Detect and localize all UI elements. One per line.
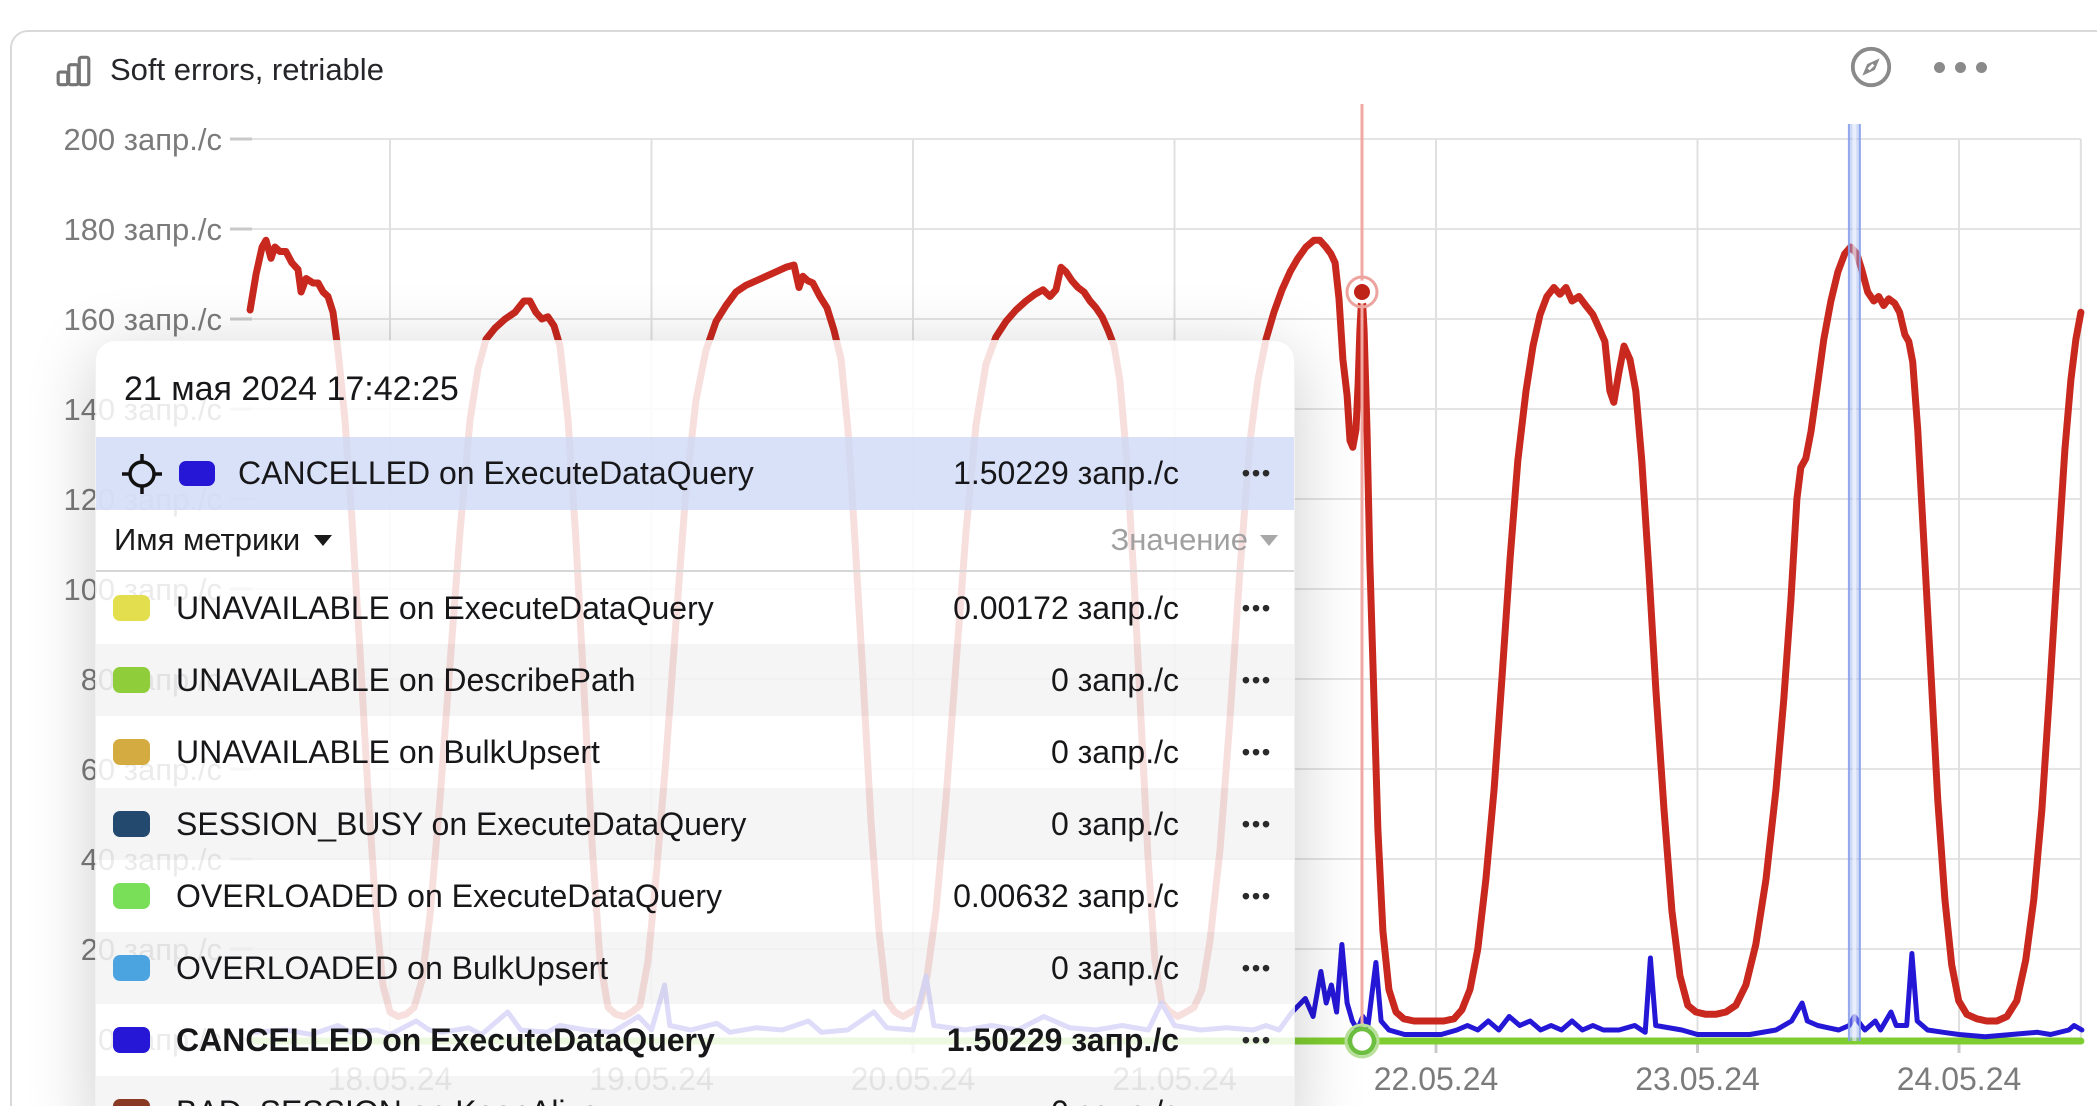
- metric-value: 0.00172 запр./с: [953, 590, 1179, 627]
- row-menu-icon[interactable]: •••: [1236, 741, 1278, 764]
- metric-name: BAD_SESSION on KeepAlive: [176, 1094, 1051, 1106]
- series-swatch: [113, 739, 150, 765]
- svg-text:22.05.24: 22.05.24: [1374, 1061, 1499, 1097]
- crosshair-icon: [120, 452, 164, 496]
- row-menu-icon[interactable]: •••: [1236, 597, 1278, 620]
- dashboard-widget: 200 запр./с180 запр./с160 запр./с140 зап…: [0, 0, 2097, 1106]
- metric-value: 0 запр./с: [1051, 1094, 1179, 1106]
- row-menu-icon[interactable]: •••: [1236, 462, 1278, 485]
- series-swatch: [113, 1027, 150, 1053]
- column-value-label: Значение: [1111, 522, 1248, 558]
- svg-text:160 запр./с: 160 запр./с: [63, 302, 222, 337]
- series-swatch: [113, 883, 150, 909]
- sort-by-name[interactable]: Имя метрики: [114, 522, 332, 558]
- metric-name: OVERLOADED on BulkUpsert: [176, 950, 1051, 987]
- metric-value: 1.50229 запр./с: [953, 455, 1179, 492]
- series-swatch: [113, 811, 150, 837]
- row-menu-icon[interactable]: •••: [1236, 957, 1278, 980]
- tooltip-row[interactable]: UNAVAILABLE on DescribePath0 запр./с •••: [96, 644, 1294, 716]
- row-menu-icon[interactable]: •••: [1236, 1101, 1278, 1106]
- compass-icon[interactable]: [1848, 44, 1894, 90]
- series-swatch: [113, 955, 150, 981]
- svg-text:24.05.24: 24.05.24: [1897, 1061, 2022, 1097]
- svg-text:180 запр./с: 180 запр./с: [63, 212, 222, 247]
- tooltip-row[interactable]: UNAVAILABLE on BulkUpsert0 запр./с •••: [96, 716, 1294, 788]
- column-name-label: Имя метрики: [114, 522, 300, 558]
- metric-name: SESSION_BUSY on ExecuteDataQuery: [176, 806, 1051, 843]
- metric-value: 1.50229 запр./с: [947, 1022, 1179, 1059]
- chart-title: Soft errors, retriable: [110, 52, 384, 88]
- tooltip-row[interactable]: OVERLOADED on BulkUpsert0 запр./с •••: [96, 932, 1294, 1004]
- metric-value: 0 запр./с: [1051, 950, 1179, 987]
- tooltip-column-header: Имя метрики Значение: [96, 510, 1294, 572]
- tooltip-row[interactable]: SESSION_BUSY on ExecuteDataQuery0 запр./…: [96, 788, 1294, 860]
- header-actions: [1848, 44, 1987, 90]
- ellipsis-menu-icon[interactable]: [1934, 62, 1987, 73]
- chart-tooltip: 21 мая 2024 17:42:25 CANCELLED on Execut…: [95, 340, 1295, 1106]
- tooltip-row[interactable]: OVERLOADED on ExecuteDataQuery0.00632 за…: [96, 860, 1294, 932]
- tooltip-row[interactable]: UNAVAILABLE on ExecuteDataQuery0.00172 з…: [96, 572, 1294, 644]
- metric-name: UNAVAILABLE on BulkUpsert: [176, 734, 1051, 771]
- sort-desc-icon: [1260, 535, 1278, 546]
- sort-desc-icon: [314, 535, 332, 546]
- bar-chart-icon: [55, 52, 93, 90]
- series-swatch: [113, 667, 150, 693]
- series-swatch: [179, 461, 215, 486]
- metric-value: 0 запр./с: [1051, 734, 1179, 771]
- svg-text:200 запр./с: 200 запр./с: [63, 122, 222, 157]
- metric-name: CANCELLED on ExecuteDataQuery: [238, 455, 953, 492]
- tooltip-row[interactable]: CANCELLED on ExecuteDataQuery1.50229 зап…: [96, 1004, 1294, 1076]
- series-swatch: [113, 595, 150, 621]
- card-header: Soft errors, retriable: [10, 30, 2097, 110]
- row-menu-icon[interactable]: •••: [1236, 1029, 1278, 1052]
- sort-by-value[interactable]: Значение: [534, 522, 1278, 558]
- svg-text:23.05.24: 23.05.24: [1635, 1061, 1760, 1097]
- row-menu-icon[interactable]: •••: [1236, 885, 1278, 908]
- tooltip-timestamp: 21 мая 2024 17:42:25: [96, 341, 1294, 437]
- metric-value: 0 запр./с: [1051, 806, 1179, 843]
- metric-name: UNAVAILABLE on ExecuteDataQuery: [176, 590, 953, 627]
- row-menu-icon[interactable]: •••: [1236, 813, 1278, 836]
- tooltip-row[interactable]: BAD_SESSION on KeepAlive0 запр./с •••: [96, 1076, 1294, 1106]
- metric-value: 0.00632 запр./с: [953, 878, 1179, 915]
- metric-value: 0 запр./с: [1051, 662, 1179, 699]
- tooltip-pinned-row[interactable]: CANCELLED on ExecuteDataQuery 1.50229 за…: [96, 437, 1294, 510]
- series-swatch: [113, 1099, 150, 1106]
- metric-name: CANCELLED on ExecuteDataQuery: [176, 1022, 947, 1059]
- metric-name: OVERLOADED on ExecuteDataQuery: [176, 878, 953, 915]
- tooltip-rows: UNAVAILABLE on ExecuteDataQuery0.00172 з…: [96, 572, 1294, 1106]
- row-menu-icon[interactable]: •••: [1236, 669, 1278, 692]
- metric-name: UNAVAILABLE on DescribePath: [176, 662, 1051, 699]
